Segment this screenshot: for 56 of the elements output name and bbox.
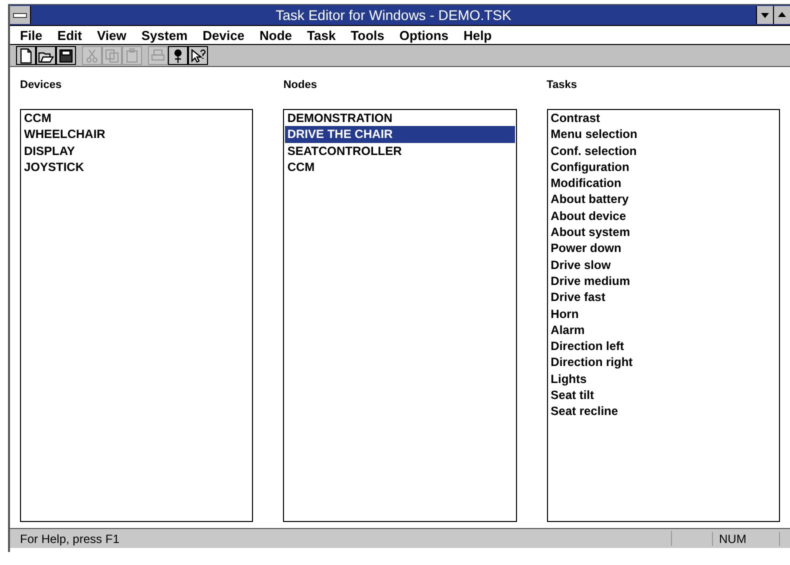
list-item[interactable]: DISPLAY	[22, 142, 252, 159]
list-item[interactable]: Power down	[548, 240, 778, 257]
list-item[interactable]: Seat recline	[548, 403, 778, 420]
help-icon[interactable]	[188, 46, 208, 65]
list-item[interactable]: SEATCONTROLLER	[285, 142, 515, 159]
status-message: For Help, press F1	[19, 532, 120, 546]
list-item[interactable]: Horn	[548, 306, 778, 322]
list-label: Tasks	[546, 79, 578, 93]
list-item[interactable]: Direction left	[548, 338, 778, 354]
menu-item[interactable]: File	[14, 28, 52, 42]
list-box[interactable]	[546, 109, 780, 522]
system-menu-button[interactable]	[10, 6, 31, 24]
menu-item[interactable]: System	[135, 28, 197, 42]
list-item[interactable]: Contrast	[548, 110, 778, 126]
list-label: Nodes	[283, 79, 318, 93]
list-label: Devices	[20, 79, 63, 93]
list-item[interactable]: Drive medium	[548, 272, 778, 290]
menu-item[interactable]: Task	[301, 28, 345, 42]
list-item[interactable]: About system	[548, 224, 778, 240]
pin-icon[interactable]	[168, 46, 188, 65]
menu-item[interactable]: Node	[254, 28, 302, 42]
save-icon[interactable]	[56, 46, 76, 65]
maximize-button[interactable]	[773, 6, 790, 24]
list-item[interactable]: WHEELCHAIR	[22, 126, 252, 143]
list-item[interactable]: Drive fast	[548, 289, 778, 306]
menu-item[interactable]: Options	[393, 28, 458, 42]
list-box[interactable]: CCM WHEELCHAIR DISPLAY JOYSTICK	[20, 109, 254, 522]
list-item[interactable]: CCM	[285, 158, 515, 176]
minimize-button[interactable]	[756, 6, 773, 24]
new-icon[interactable]	[16, 46, 36, 65]
up-arrow-icon	[777, 11, 787, 19]
list-item[interactable]: Drive slow	[548, 256, 778, 273]
open-icon[interactable]	[36, 46, 56, 65]
list-item[interactable]: Direction right	[548, 354, 778, 371]
list-item[interactable]: Menu selection	[548, 126, 778, 143]
menu-item[interactable]: View	[90, 28, 136, 42]
list-item[interactable]: Alarm	[548, 322, 778, 338]
menu-item[interactable]: Device	[196, 28, 254, 42]
list-item[interactable]: DRIVE THE CHAIR	[285, 126, 515, 143]
list-item[interactable]: Configuration	[548, 158, 778, 176]
menu-item[interactable]: Edit	[51, 28, 91, 42]
down-arrow-icon	[760, 11, 770, 19]
list-item[interactable]: DEMONSTRATION	[285, 110, 515, 126]
window-title: Task Editor for Windows - DEMO.TSK	[274, 7, 512, 23]
list-item[interactable]: Conf. selection	[548, 142, 778, 159]
list-item[interactable]: About battery	[548, 191, 778, 208]
list-item[interactable]: About device	[548, 208, 778, 224]
menu-item[interactable]: Tools	[344, 28, 394, 42]
num-lock-indicator: NUM	[712, 532, 780, 546]
list-box[interactable]: DEMONSTRATION DRIVE THE CHAIR SEATCONTROLLER CCM	[283, 109, 517, 522]
list-item[interactable]: Lights	[548, 370, 778, 388]
list-item[interactable]: Modification	[548, 175, 778, 192]
menu-item[interactable]: Help	[458, 28, 501, 42]
list-item[interactable]: CCM	[22, 110, 252, 126]
list-item[interactable]: JOYSTICK	[22, 158, 252, 176]
list-item[interactable]: Seat tilt	[548, 387, 778, 404]
